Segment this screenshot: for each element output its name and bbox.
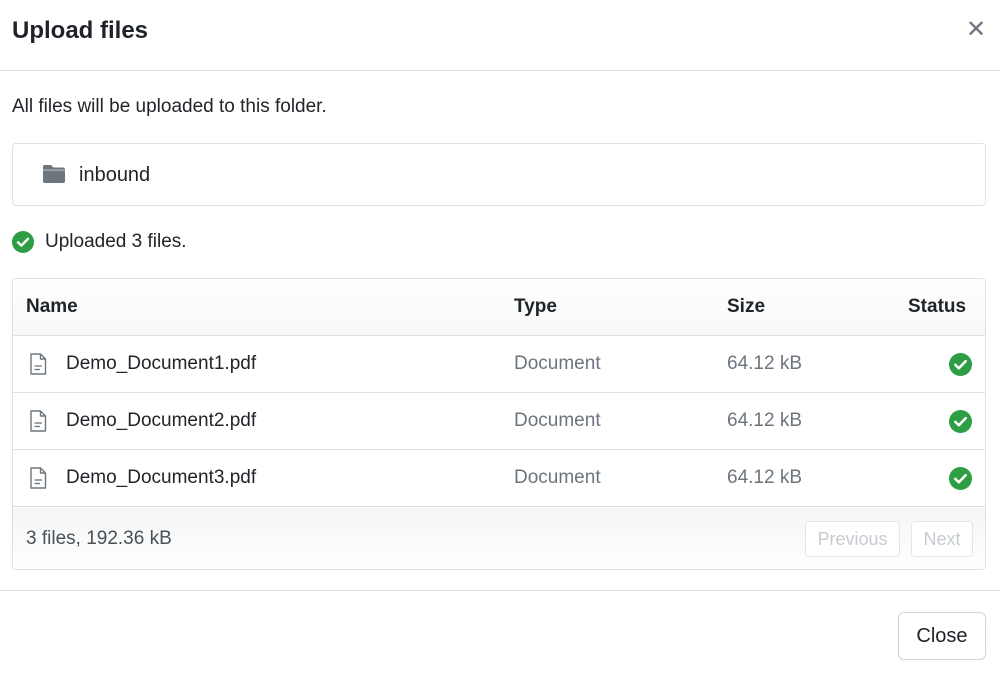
file-icon [30,410,47,432]
close-button[interactable]: Close [898,612,986,660]
file-name: Demo_Document1.pdf [66,353,257,374]
file-type: Document [514,353,601,374]
files-summary: 3 files, 192.36 kB [26,528,172,549]
folder-name: inbound [79,164,151,186]
table-row: Demo_Document1.pdf Document 64.12 kB [13,336,985,393]
column-header-name[interactable]: Name [26,295,78,319]
files-table: Name Type Size Status Demo_Document1.pdf… [12,278,986,570]
folder-icon [43,165,65,183]
table-footer: 3 files, 192.36 kB Previous Next [13,508,985,569]
file-size: 64.12 kB [727,410,802,431]
next-page-button[interactable]: Next [911,521,973,557]
check-circle-icon [949,410,972,433]
file-type: Document [514,467,601,488]
modal-header: Upload files ✕ [0,0,1000,71]
destination-folder: inbound [12,143,986,206]
intro-text: All files will be uploaded to this folde… [12,96,327,117]
file-name: Demo_Document2.pdf [66,410,257,431]
check-circle-icon [12,231,34,253]
check-circle-icon [949,353,972,376]
file-size: 64.12 kB [727,467,802,488]
column-header-type[interactable]: Type [514,295,557,319]
file-icon [30,353,47,375]
table-row: Demo_Document3.pdf Document 64.12 kB [13,450,985,507]
file-icon [30,467,47,489]
file-name: Demo_Document3.pdf [66,467,257,488]
footer-divider [0,590,1000,591]
column-header-size[interactable]: Size [727,295,765,319]
check-circle-icon [949,467,972,490]
previous-page-button[interactable]: Previous [805,521,900,557]
table-header: Name Type Size Status [13,279,985,336]
column-header-status[interactable]: Status [908,295,966,319]
table-row: Demo_Document2.pdf Document 64.12 kB [13,393,985,450]
status-text: Uploaded 3 files. [45,231,187,252]
file-type: Document [514,410,601,431]
file-size: 64.12 kB [727,353,802,374]
modal-title: Upload files [12,17,149,44]
close-icon[interactable]: ✕ [962,16,990,44]
